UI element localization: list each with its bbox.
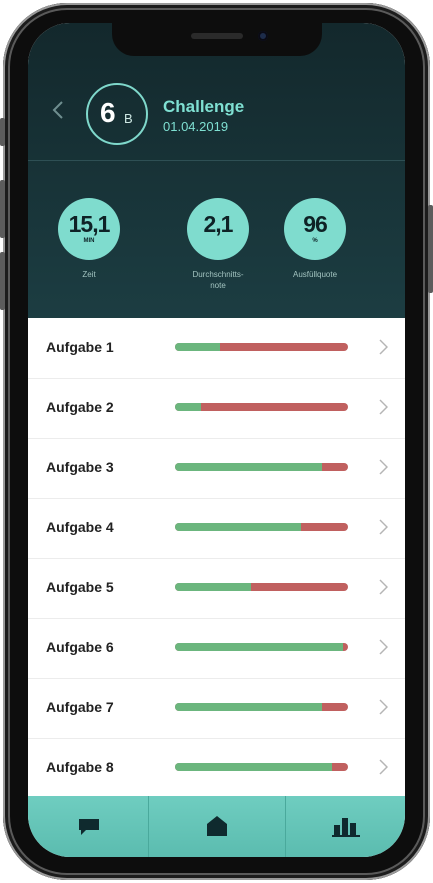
task-progress-correct <box>175 763 333 771</box>
challenge-date: 01.04.2019 <box>163 119 229 134</box>
page-title: Challenge <box>163 97 245 116</box>
task-progress-correct <box>175 583 252 591</box>
task-progress-bar <box>175 523 348 531</box>
back-chevron-icon[interactable] <box>52 101 64 119</box>
stat-fill-rate: 96 % Ausfüllquote <box>260 198 370 280</box>
stat-circle: 2,1 <box>187 198 249 260</box>
list-item[interactable]: Aufgabe 5 <box>28 558 405 619</box>
task-label: Aufgabe 5 <box>46 579 114 595</box>
stat-fill-label: Ausfüllquote <box>292 270 338 279</box>
task-progress-correct <box>175 643 343 651</box>
notch <box>112 23 322 56</box>
chat-bubble-icon <box>79 819 99 835</box>
stat-average-value: 2,1 <box>203 211 234 237</box>
task-label: Aufgabe 2 <box>46 399 114 415</box>
speaker-grille <box>191 33 243 39</box>
stat-time-value: 15,1 <box>68 211 111 237</box>
task-list: Aufgabe 1 Aufgabe 2 Aufgabe 3 Aufgabe 4 … <box>28 318 405 799</box>
list-item[interactable]: Aufgabe 2 <box>28 378 405 439</box>
task-label: Aufgabe 8 <box>46 759 114 775</box>
task-label: Aufgabe 3 <box>46 459 114 475</box>
task-progress-bar <box>175 463 348 471</box>
task-progress-bar <box>175 343 348 351</box>
list-item[interactable]: Aufgabe 1 <box>28 318 405 379</box>
grade-badge: 6 B <box>86 83 148 145</box>
stat-fill-value: 96 <box>303 211 328 237</box>
task-progress-bar <box>175 643 348 651</box>
stat-time-unit: MIN <box>83 238 95 244</box>
volume-up-button <box>0 180 5 238</box>
task-label: Aufgabe 6 <box>46 639 114 655</box>
task-progress-correct <box>175 403 201 411</box>
front-camera <box>258 31 268 41</box>
chevron-right-icon <box>379 339 388 355</box>
list-item[interactable]: Aufgabe 6 <box>28 618 405 679</box>
task-progress-correct <box>175 703 323 711</box>
mute-switch <box>0 118 5 146</box>
chevron-right-icon <box>379 399 388 415</box>
power-button <box>428 205 433 293</box>
tab-bar <box>28 796 405 857</box>
task-progress-bar <box>175 763 348 771</box>
task-progress-correct <box>175 463 323 471</box>
stat-time-label: Zeit <box>82 270 96 279</box>
tab-home[interactable] <box>149 796 285 857</box>
chevron-right-icon <box>379 699 388 715</box>
task-progress-bar <box>175 703 348 711</box>
tab-messages[interactable] <box>28 796 148 857</box>
chevron-right-icon <box>379 459 388 475</box>
list-item[interactable]: Aufgabe 3 <box>28 438 405 499</box>
list-item[interactable]: Aufgabe 8 <box>28 738 405 799</box>
bar-chart-icon <box>332 818 360 837</box>
task-label: Aufgabe 7 <box>46 699 114 715</box>
grade-letter: B <box>124 111 133 126</box>
home-icon <box>207 816 227 836</box>
list-item[interactable]: Aufgabe 7 <box>28 678 405 739</box>
stat-circle: 15,1 MIN <box>58 198 120 260</box>
chevron-right-icon <box>379 519 388 535</box>
volume-down-button <box>0 252 5 310</box>
stat-average-grade: 2,1 Durchschnitts- note <box>163 198 273 291</box>
task-label: Aufgabe 4 <box>46 519 114 535</box>
task-progress-correct <box>175 523 302 531</box>
task-progress-bar <box>175 403 348 411</box>
stat-fill-unit: % <box>312 238 318 244</box>
challenge-header: 6 B Challenge 01.04.2019 15,1 MIN Zeit 2… <box>28 23 405 318</box>
stat-time: 15,1 MIN Zeit <box>34 198 144 280</box>
task-label: Aufgabe 1 <box>46 339 114 355</box>
stat-circle: 96 % <box>284 198 346 260</box>
grade-number: 6 <box>100 97 116 128</box>
header-divider <box>28 160 405 161</box>
chevron-right-icon <box>379 759 388 775</box>
chevron-right-icon <box>379 579 388 595</box>
chevron-right-icon <box>379 639 388 655</box>
tab-statistics[interactable] <box>286 796 405 857</box>
stat-average-label: Durchschnitts- note <box>192 270 244 290</box>
task-progress-correct <box>175 343 220 351</box>
list-item[interactable]: Aufgabe 4 <box>28 498 405 559</box>
task-progress-bar <box>175 583 348 591</box>
app-screen: 6 B Challenge 01.04.2019 15,1 MIN Zeit 2… <box>28 23 405 857</box>
